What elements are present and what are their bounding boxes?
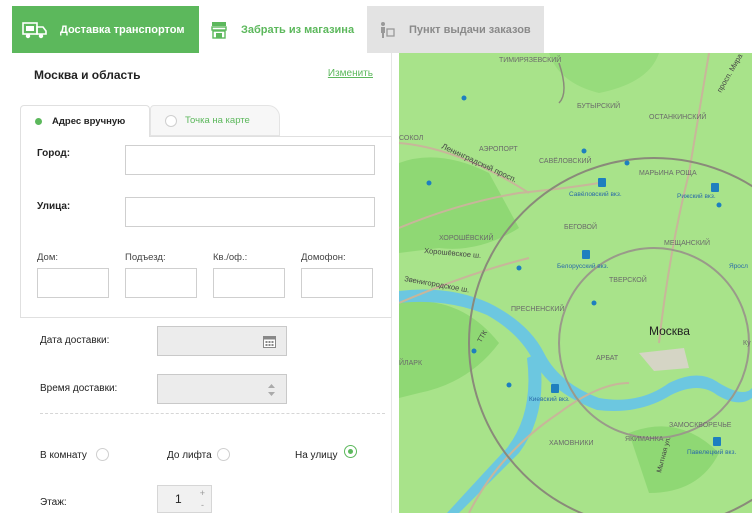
house-label: Дом:: [37, 252, 58, 263]
floor-value: 1: [175, 492, 182, 506]
tab-manual-address[interactable]: Адрес вручную: [20, 105, 150, 137]
divider: [40, 413, 385, 414]
address-form: Город: Улица: Дом: Подъезд: Кв./оф.: Дом…: [20, 136, 392, 318]
map-label: МАРЬИНА РОЩА: [639, 170, 697, 177]
calendar-icon: [263, 336, 276, 348]
floor-stepper[interactable]: 1 + -: [157, 485, 212, 513]
radio-selected-icon: [35, 118, 42, 125]
city-input[interactable]: [125, 145, 375, 175]
map-label: ХАМОВНИКИ: [549, 440, 593, 447]
map-label: БЕГОВОЙ: [564, 222, 597, 231]
city-label: Город:: [37, 148, 71, 159]
truck-icon: [22, 21, 47, 38]
apartment-input[interactable]: [213, 268, 285, 298]
address-panel: Москва и область Изменить Адрес вручную …: [12, 53, 392, 513]
decrement-icon[interactable]: -: [201, 500, 204, 510]
map-label: просп. Мира: [715, 53, 745, 94]
map-label: ХОРОШЁВСКИЙ: [439, 233, 494, 242]
tab-pickup-store[interactable]: Забрать из магазина: [199, 6, 367, 53]
intercom-label: Домофон:: [301, 252, 346, 263]
map-label: Павелецкий вкз.: [687, 448, 736, 456]
map-label: ТВЕРСКОЙ: [609, 275, 647, 284]
map-label: ОСТАНКИНСКИЙ: [649, 112, 706, 121]
map-label: ЗАМОСКВОРЕЧЬЕ: [669, 422, 732, 429]
tab-pickup-point[interactable]: Пункт выдачи заказов: [367, 6, 544, 53]
map-label: Хорошёвское ш.: [424, 246, 482, 260]
tab-manual-label: Адрес вручную: [52, 116, 126, 127]
intercom-input[interactable]: [301, 268, 373, 298]
radio-empty-icon: [165, 114, 177, 127]
map-label: Киевский вкз.: [529, 395, 570, 403]
street-input[interactable]: [125, 197, 375, 227]
map-label: ПРЕСНЕНСКИЙ: [511, 304, 564, 313]
tab-pickpoint-label: Пункт выдачи заказов: [409, 23, 531, 36]
map-label: МЕЩАНСКИЙ: [664, 238, 710, 247]
map-label: Белорусский вкз.: [557, 262, 609, 270]
map-label: САВЁЛОВСКИЙ: [539, 156, 592, 165]
tab-delivery-label: Доставка транспортом: [60, 23, 185, 36]
option-elevator-radio[interactable]: [217, 448, 230, 461]
option-room-label: В комнату: [40, 450, 87, 461]
map-canvas: ТИМИРЯЗЕВСКИЙ БУТЫРСКИЙ ОСТАНКИНСКИЙ СОК…: [399, 53, 752, 513]
spinner-arrows-icon: [268, 384, 275, 396]
entrance-label: Подъезд:: [125, 252, 166, 263]
change-region-link[interactable]: Изменить: [328, 68, 373, 79]
date-picker[interactable]: [157, 326, 287, 356]
map-label: Рижский вкз.: [677, 192, 716, 200]
map-label: ТИМИРЯЗЕВСКИЙ: [499, 55, 561, 64]
map-label: АЭРОПОРТ: [479, 146, 518, 153]
map-label: АРБАТ: [596, 355, 619, 362]
pickup-point-icon: [381, 21, 395, 38]
tab-pickup-label: Забрать из магазина: [241, 23, 355, 36]
date-label: Дата доставки:: [40, 335, 110, 346]
store-icon: [211, 21, 227, 39]
delivery-widget: Доставка транспортом Забрать из магазина…: [0, 0, 752, 513]
delivery-method-tabs: Доставка транспортом Забрать из магазина…: [12, 6, 544, 53]
address-mode-tabs: Адрес вручную Точка на карте: [20, 105, 392, 137]
tab-delivery-transport[interactable]: Доставка транспортом: [12, 6, 199, 53]
map-label: ЙЛАРК: [399, 358, 423, 367]
floor-label: Этаж:: [40, 497, 67, 508]
option-street-label: На улицу: [295, 450, 338, 461]
map-label: Ку: [743, 340, 751, 347]
map-label: ЯКИМАНКА: [625, 436, 664, 443]
option-elevator-label: До лифта: [167, 450, 212, 461]
map-view[interactable]: ТИМИРЯЗЕВСКИЙ БУТЫРСКИЙ ОСТАНКИНСКИЙ СОК…: [399, 53, 752, 513]
option-room-radio[interactable]: [96, 448, 109, 461]
time-select[interactable]: [157, 374, 287, 404]
apartment-label: Кв./оф.:: [213, 252, 248, 263]
tab-map-label: Точка на карте: [185, 115, 250, 126]
map-label: Савёловский вкз.: [569, 190, 622, 198]
map-label: СОКОЛ: [399, 135, 424, 142]
entrance-input[interactable]: [125, 268, 197, 298]
map-label: БУТЫРСКИЙ: [577, 101, 620, 110]
map-city-label: Москва: [649, 324, 690, 338]
time-label: Время доставки:: [40, 383, 118, 394]
map-label: Яросл: [729, 263, 748, 270]
street-label: Улица:: [37, 201, 71, 212]
increment-icon[interactable]: +: [200, 488, 205, 498]
house-input[interactable]: [37, 268, 109, 298]
option-street-radio[interactable]: [344, 445, 357, 458]
region-name: Москва и область: [34, 68, 141, 82]
tab-map-point[interactable]: Точка на карте: [150, 105, 280, 136]
